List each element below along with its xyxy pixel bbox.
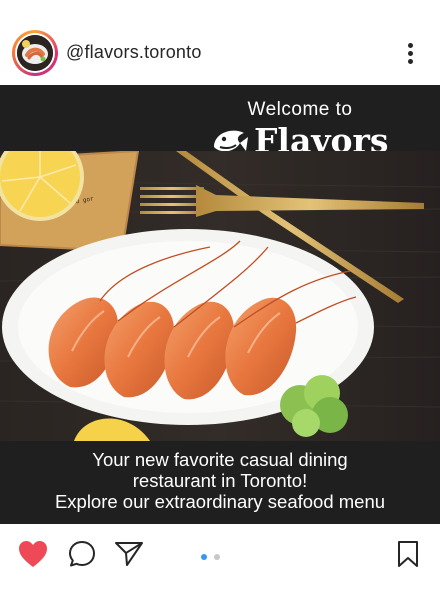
more-dot	[408, 51, 413, 56]
more-dot	[408, 43, 413, 48]
post-header: @flavors.toronto	[0, 0, 440, 85]
heart-icon[interactable]	[18, 540, 48, 568]
comment-icon[interactable]	[68, 540, 96, 568]
carousel-dot	[214, 554, 220, 560]
more-dot	[408, 59, 413, 64]
username[interactable]: @flavors.toronto	[66, 42, 202, 63]
caption-line-3: Explore our extraordinary seafood menu	[54, 491, 386, 512]
post-image[interactable]: Welcome to Flavors gor Your new favorite…	[0, 85, 440, 524]
avatar[interactable]	[12, 30, 58, 76]
bookmark-icon[interactable]	[396, 540, 420, 568]
caption-line-1: Your new favorite casual dining	[92, 449, 348, 470]
post-title-band: Welcome to Flavors	[0, 85, 440, 160]
welcome-text: Welcome to	[247, 99, 353, 120]
avatar-image	[17, 35, 53, 71]
seafood-plate-avatar	[17, 35, 53, 71]
post-caption-band: Your new favorite casual dining restaura…	[0, 441, 440, 524]
shrimp-dish-photo: rique menu gor	[0, 151, 440, 441]
caption-line-2: restaurant in Toronto!	[132, 470, 308, 491]
post-caption: Your new favorite casual dining restaura…	[0, 449, 440, 512]
more-vertical-icon[interactable]	[400, 40, 420, 68]
action-bar	[0, 524, 440, 589]
carousel-dot-active	[201, 554, 207, 560]
avatar-border	[15, 33, 55, 73]
send-icon[interactable]	[114, 540, 144, 568]
